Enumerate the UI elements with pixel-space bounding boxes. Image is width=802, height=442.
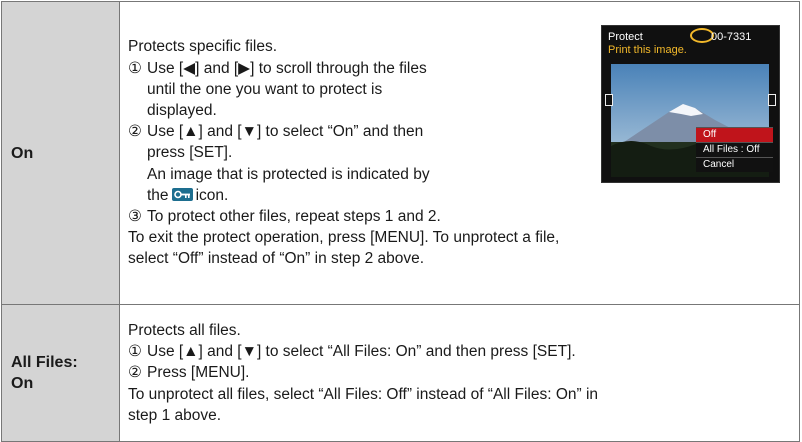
step-text: Press [MENU]. — [147, 364, 250, 382]
print-hint: Print this image. — [608, 44, 687, 56]
step-note-cont: the icon. — [128, 185, 791, 206]
step-number: ② — [128, 123, 142, 141]
unprotect-note-cont: step 1 above. — [128, 406, 222, 424]
description-text: Protects all files. — [128, 321, 241, 339]
label-line: On — [11, 375, 34, 392]
row-label-all-files-on: All Files: On — [1, 304, 120, 442]
menu-item-off[interactable]: Off — [696, 127, 773, 142]
step-3: ③ To protect other files, repeat steps 1 … — [128, 206, 791, 227]
row-description-all-files: Protects all files. ① Use [▲] and [▼] to … — [119, 304, 800, 442]
right-arrow-icon — [768, 94, 776, 106]
row-label-on: On — [1, 1, 120, 305]
table-row: All Files: On Protects all files. ① Use [… — [1, 304, 800, 442]
step-number: ① — [128, 343, 142, 361]
step-2: ② Press [MENU]. — [128, 362, 791, 383]
settings-table: On Protects specific files. ① Use [◀] and… — [1, 1, 800, 442]
step-1: ① Use [▲] and [▼] to select “All Files: O… — [128, 341, 791, 362]
table-row: On Protects specific files. ① Use [◀] and… — [1, 1, 800, 305]
unprotect-note: To unprotect all files, select “All File… — [128, 385, 599, 403]
row-description-on: Protects specific files. ① Use [◀] and [▶… — [119, 1, 800, 305]
left-arrow-icon — [605, 94, 613, 106]
protect-menu: Off All Files : Off Cancel — [696, 127, 773, 172]
step-text: To protect other files, repeat steps 1 a… — [147, 208, 441, 225]
menu-item-cancel[interactable]: Cancel — [696, 157, 773, 172]
label-line: All Files: — [11, 354, 78, 371]
step-text: Use [◀] and [▶] to scroll through the fi… — [147, 59, 427, 77]
step-text: Use [▲] and [▼] to select “All Files: On… — [147, 343, 576, 361]
exit-note-cont: select “Off” instead of “On” in step 2 a… — [128, 250, 425, 268]
step-number: ① — [128, 59, 142, 77]
exit-note: To exit the protect operation, press [ME… — [128, 229, 560, 247]
note-text: icon. — [195, 186, 229, 204]
step-text: Use [▲] and [▼] to select “On” and then — [147, 123, 424, 141]
camera-screen-illustration: Protect 00-7331 Print this image. Off Al… — [601, 25, 780, 183]
note-text: the — [147, 186, 169, 204]
protect-key-icon — [171, 187, 193, 201]
step-number: ② — [128, 364, 142, 382]
file-number: 00-7331 — [711, 31, 752, 43]
step-number: ③ — [128, 208, 142, 225]
menu-item-all-files-off[interactable]: All Files : Off — [696, 142, 773, 157]
